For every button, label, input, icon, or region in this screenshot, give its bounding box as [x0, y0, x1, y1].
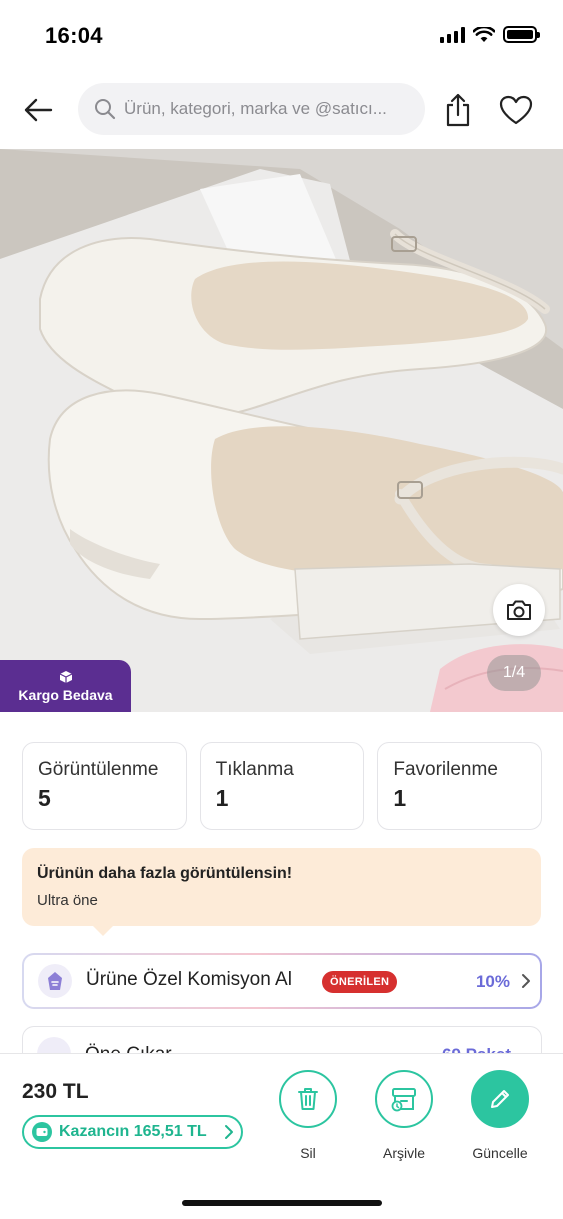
battery-icon [503, 26, 540, 43]
archive-label: Arşivle [382, 1145, 425, 1161]
favorite-button[interactable] [495, 89, 537, 131]
stat-value: 1 [393, 785, 407, 811]
recommended-badge: ÖNERİLEN [322, 971, 398, 993]
cellular-signal-icon [440, 26, 465, 43]
status-icons [440, 26, 540, 43]
stat-label: Favorilenme [393, 759, 498, 780]
image-page-indicator: 1/4 [487, 655, 541, 691]
product-price: 230 TL [22, 1080, 89, 1103]
home-indicator[interactable] [182, 1200, 382, 1206]
top-navigation: Ürün, kategori, marka ve @satıcı... [0, 72, 563, 148]
share-button[interactable] [438, 88, 478, 132]
commission-icon [38, 964, 72, 998]
chevron-right-icon [225, 1125, 233, 1139]
archive-icon [391, 1088, 416, 1112]
search-input[interactable]: Ürün, kategori, marka ve @satıcı... [78, 83, 425, 135]
stat-label: Tıklanma [215, 759, 294, 780]
delete-label: Sil [300, 1145, 316, 1161]
promo-subtitle: Ultra öne [37, 892, 98, 909]
wallet-icon [32, 1122, 52, 1142]
arrow-left-icon [24, 98, 53, 122]
archive-button[interactable]: Arşivle [364, 1070, 444, 1161]
update-label: Güncelle [472, 1145, 528, 1161]
share-icon [446, 93, 470, 127]
heart-icon [499, 95, 533, 125]
status-time: 16:04 [45, 23, 103, 48]
stat-value: 1 [215, 785, 229, 811]
trash-icon [298, 1088, 318, 1110]
product-photo [0, 149, 563, 712]
free-shipping-label: Kargo Bedava [18, 686, 113, 703]
product-image-gallery[interactable]: 1/4 Kargo Bedava [0, 149, 563, 712]
box-icon [59, 670, 72, 683]
delete-circle [279, 1070, 337, 1128]
earnings-button[interactable]: Kazancın 165,51 TL [22, 1115, 243, 1149]
promo-pointer [92, 925, 114, 936]
delete-button[interactable]: Sil [268, 1070, 348, 1161]
stat-favorites: Favorilenme 1 [377, 742, 543, 830]
stat-views: Görüntülenme 5 [22, 742, 187, 830]
chevron-right-icon [522, 974, 530, 988]
camera-button[interactable] [493, 584, 545, 636]
wifi-icon [473, 26, 495, 42]
promo-title: Ürünün daha fazla görüntülensin! [37, 865, 293, 882]
search-placeholder: Ürün, kategori, marka ve @satıcı... [124, 99, 387, 118]
promo-banner: Ürünün daha fazla görüntülensin! Ultra ö… [22, 848, 541, 936]
back-button[interactable] [18, 90, 58, 130]
earnings-label: Kazancın 165,51 TL [59, 1123, 207, 1140]
commission-title: Ürüne Özel Komisyon Al [86, 969, 292, 990]
commission-value: 10% [475, 972, 510, 991]
stat-value: 5 [38, 785, 51, 811]
archive-circle [375, 1070, 433, 1128]
update-circle [471, 1070, 529, 1128]
bottom-action-bar: 230 TL Kazancın 165,51 TL Sil Arşivle Gü… [0, 1053, 563, 1219]
camera-icon [507, 600, 531, 620]
commission-row[interactable]: Ürüne Özel Komisyon Al ÖNERİLEN 10% [22, 953, 542, 1009]
free-shipping-badge: Kargo Bedava [0, 660, 131, 712]
status-bar: 16:04 [0, 0, 563, 72]
stat-label: Görüntülenme [38, 759, 159, 780]
update-button[interactable]: Güncelle [460, 1070, 540, 1161]
product-stats: Görüntülenme 5 Tıklanma 1 Favorilenme 1 [22, 742, 543, 830]
stat-clicks: Tıklanma 1 [199, 742, 365, 830]
pencil-icon [491, 1090, 509, 1108]
search-icon [95, 99, 116, 120]
